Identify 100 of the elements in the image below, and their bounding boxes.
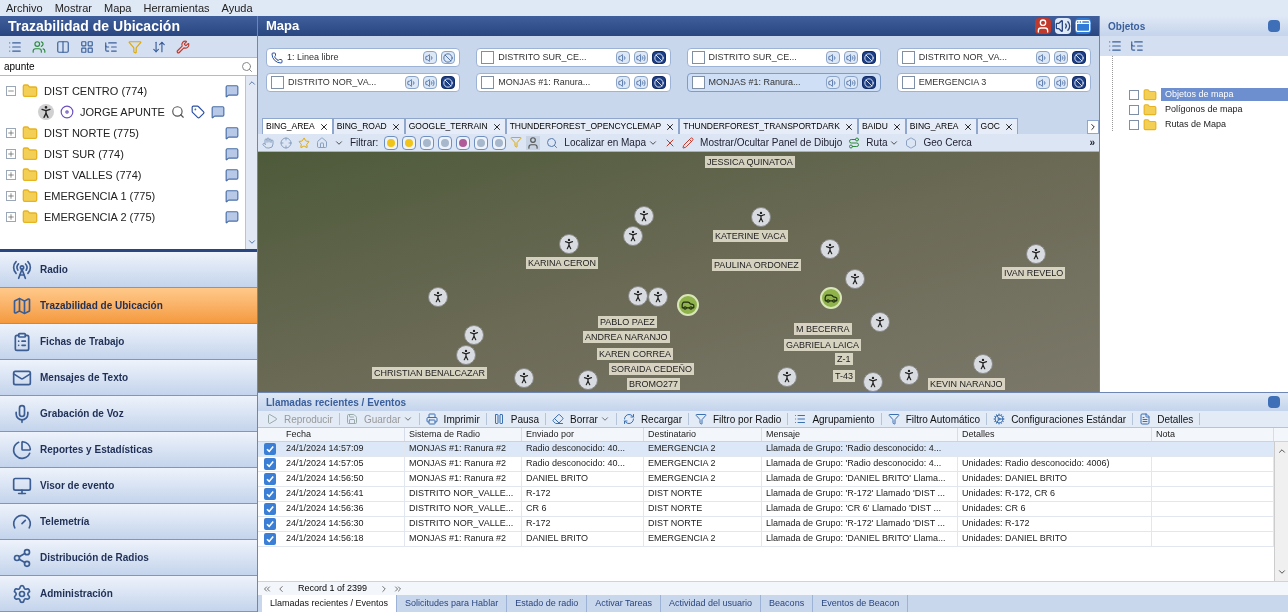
chat-icon[interactable] bbox=[210, 105, 225, 119]
column-header[interactable]: Nota bbox=[1152, 428, 1274, 441]
toolbar-button[interactable]: Imprimir bbox=[443, 411, 480, 427]
bottom-tab[interactable]: Llamadas recientes / Eventos bbox=[262, 595, 398, 612]
home-icon[interactable] bbox=[316, 136, 328, 149]
close-icon[interactable] bbox=[665, 121, 676, 132]
column-header[interactable]: Destinatario bbox=[644, 428, 762, 441]
chat-icon[interactable] bbox=[225, 126, 239, 140]
person-marker[interactable] bbox=[456, 345, 476, 365]
speaker-button[interactable] bbox=[1054, 51, 1068, 64]
chat-icon[interactable] bbox=[225, 147, 239, 161]
list-icon[interactable] bbox=[8, 39, 22, 54]
speaker-button[interactable] bbox=[825, 76, 840, 89]
chevron-up-icon[interactable] bbox=[246, 78, 257, 88]
chat-icon[interactable] bbox=[225, 84, 239, 98]
expander-button[interactable] bbox=[6, 128, 16, 138]
toolbar-button[interactable]: Geo Cerca bbox=[923, 135, 972, 150]
previous-page-icon[interactable] bbox=[276, 583, 286, 594]
checkbox[interactable] bbox=[691, 51, 705, 64]
channel-chip[interactable]: 1: Linea libre bbox=[266, 48, 461, 67]
mute-button[interactable] bbox=[1072, 51, 1086, 64]
list-icon[interactable] bbox=[1108, 39, 1122, 53]
vehicle-marker[interactable] bbox=[677, 294, 699, 316]
mute-button[interactable] bbox=[861, 51, 876, 64]
person-marker[interactable] bbox=[578, 370, 598, 390]
nav-button[interactable]: Administración bbox=[0, 576, 257, 612]
toolbar-button[interactable]: Recargar bbox=[640, 411, 682, 427]
speaker-button[interactable] bbox=[615, 51, 630, 64]
search-field[interactable]: apunte bbox=[0, 58, 257, 76]
checkbox[interactable] bbox=[271, 76, 284, 89]
close-icon[interactable] bbox=[491, 121, 502, 132]
close-icon[interactable] bbox=[318, 121, 329, 132]
checkbox[interactable] bbox=[1129, 89, 1139, 100]
chevron-down-icon[interactable] bbox=[246, 237, 257, 247]
tree-item[interactable]: EMERGENCIA 1 (775) bbox=[44, 187, 219, 205]
person-marker[interactable] bbox=[899, 365, 919, 385]
scrollbar[interactable] bbox=[1274, 442, 1288, 581]
vehicle-marker[interactable] bbox=[820, 287, 842, 309]
tree-item[interactable]: Rutas de Mapa bbox=[1161, 117, 1288, 132]
table-row[interactable]: 24/1/2024 14:56:18 MONJAS #1: Ranura #2 DANIEL BRITO EMERGENCIA 2 Llamada de Grupo: 'DANIEL BRITO' Llama... Unidades: DANIEL BRITO bbox=[258, 532, 1274, 547]
toolbar-button[interactable]: Agrupamiento bbox=[812, 411, 875, 427]
tree-icon[interactable] bbox=[1130, 39, 1144, 53]
speaker-button[interactable] bbox=[633, 51, 648, 64]
tree-item[interactable]: DIST CENTRO (774) bbox=[44, 82, 219, 100]
columns-icon[interactable] bbox=[56, 39, 70, 54]
speaker-button[interactable] bbox=[633, 76, 648, 89]
star-icon[interactable] bbox=[298, 136, 310, 149]
person-marker[interactable] bbox=[623, 226, 643, 246]
table-row[interactable]: 24/1/2024 14:56:50 MONJAS #1: Ranura #2 DANIEL BRITO EMERGENCIA 2 Llamada de Grupo: 'DANIEL BRITO' Llama... Unidades: DANIEL BRITO bbox=[258, 472, 1274, 487]
person-marker[interactable] bbox=[634, 206, 654, 226]
mute-button[interactable] bbox=[651, 76, 666, 89]
speaker-button[interactable] bbox=[1054, 76, 1068, 89]
person-marker[interactable] bbox=[973, 354, 993, 374]
person-marker[interactable] bbox=[863, 372, 883, 392]
pin-button[interactable] bbox=[1268, 20, 1280, 32]
speaker-button[interactable] bbox=[405, 76, 420, 89]
menu-item[interactable]: Mapa bbox=[103, 0, 132, 17]
checkbox[interactable] bbox=[691, 76, 705, 89]
close-icon[interactable] bbox=[891, 121, 902, 132]
hand-icon[interactable] bbox=[262, 136, 274, 149]
tree-item[interactable]: EMERGENCIA 2 (775) bbox=[44, 208, 219, 226]
expander-button[interactable] bbox=[6, 191, 16, 201]
table-row[interactable]: 24/1/2024 14:57:05 MONJAS #1: Ranura #2 Radio desconocido: 40... EMERGENCIA 2 Llamada de Grupo: 'Radio desconocido: 4... Unidades: Radio desconocido: 4006) bbox=[258, 457, 1274, 472]
nav-button[interactable]: Grabación de Voz bbox=[0, 396, 257, 432]
bottom-tab[interactable]: Estado de radio bbox=[507, 595, 588, 612]
column-header[interactable]: Fecha bbox=[282, 428, 405, 441]
sort-icon[interactable] bbox=[152, 39, 166, 54]
tree-item[interactable]: JORGE APUNTE bbox=[80, 103, 165, 121]
chat-icon[interactable] bbox=[225, 168, 239, 182]
checkbox[interactable] bbox=[901, 76, 915, 89]
toolbar-button[interactable]: Detalles bbox=[1157, 411, 1194, 427]
search-icon[interactable] bbox=[170, 105, 185, 119]
bottom-tab[interactable]: Solicitudes para Hablar bbox=[397, 595, 508, 612]
user-icon[interactable] bbox=[526, 135, 541, 150]
close-icon[interactable] bbox=[1003, 121, 1014, 132]
expander-button[interactable] bbox=[6, 170, 16, 180]
mute-button[interactable] bbox=[651, 51, 666, 64]
wrench-icon[interactable] bbox=[176, 39, 190, 54]
tree-icon[interactable] bbox=[104, 39, 118, 54]
menu-item[interactable]: Archivo bbox=[6, 0, 43, 17]
user-icon[interactable] bbox=[1035, 18, 1051, 34]
map-tab[interactable]: THUNDERFOREST_OPENCYCLEMAP bbox=[505, 118, 680, 134]
tree-item[interactable]: DIST VALLES (774) bbox=[44, 166, 219, 184]
scroll-right-button[interactable] bbox=[1087, 120, 1099, 134]
checkbox[interactable] bbox=[1129, 104, 1139, 115]
table-row[interactable]: 24/1/2024 14:56:30 DISTRITO NOR_VALLE... R-172 DIST NORTE Llamada de Grupo: 'R-172' Llamado 'DIST ... Unidades: R-172 bbox=[258, 517, 1274, 532]
speaker-button[interactable] bbox=[615, 76, 630, 89]
channel-chip[interactable]: DISTRITO NOR_VA... bbox=[266, 73, 461, 92]
bottom-tab[interactable]: Beacons bbox=[761, 595, 814, 612]
person-marker[interactable] bbox=[628, 286, 648, 306]
chat-icon[interactable] bbox=[225, 189, 239, 203]
column-header[interactable]: Sistema de Radio bbox=[405, 428, 522, 441]
map-tab[interactable]: BING_AREA bbox=[905, 118, 977, 134]
toolbar-button[interactable]: Ruta bbox=[866, 135, 900, 150]
person-marker[interactable] bbox=[820, 239, 840, 259]
expander-button[interactable] bbox=[6, 149, 16, 159]
toolbar-button[interactable]: Borrar bbox=[570, 411, 610, 427]
map-tab[interactable]: BAIDU bbox=[857, 118, 906, 134]
table-row[interactable]: 24/1/2024 14:56:41 DISTRITO NOR_VALLE... R-172 DIST NORTE Llamada de Grupo: 'R-172' Llamado 'DIST ... Unidades: R-172, CR 6 bbox=[258, 487, 1274, 502]
channel-chip[interactable]: DISTRITO SUR_CE... bbox=[476, 48, 671, 67]
